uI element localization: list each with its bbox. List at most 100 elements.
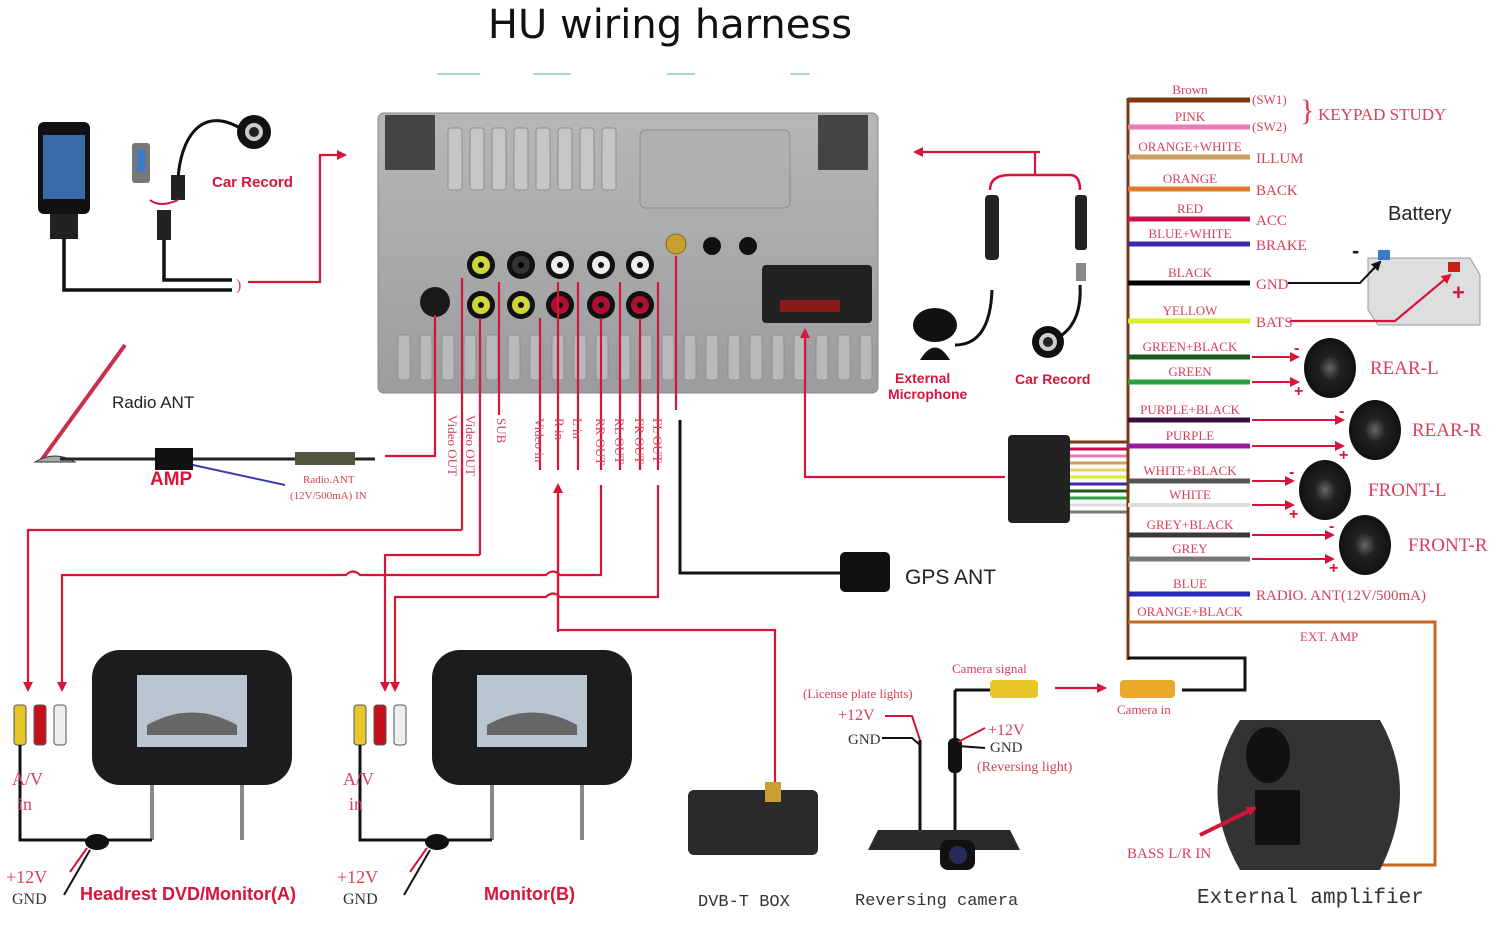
gps-antenna-icon: [840, 552, 890, 592]
rca-plug: [53, 704, 67, 746]
svg-text:): ): [236, 277, 241, 294]
speaker-plus: +: [1339, 447, 1348, 464]
keypad-brace: }: [1300, 94, 1314, 127]
speaker-label: FRONT-R: [1408, 535, 1488, 556]
gps-ant-label: GPS ANT: [905, 566, 996, 589]
speaker-label: FRONT-L: [1368, 480, 1446, 501]
speakers: - + REAR-L - + REAR-R - + FRONT-L - + FRONT-R: [1252, 338, 1488, 577]
wire-function-label: ACC: [1256, 213, 1287, 229]
wire-function-label: BACK: [1256, 183, 1298, 199]
speaker-minus: -: [1289, 464, 1294, 481]
harness-wire: WHITE+BLACK: [1128, 463, 1250, 484]
wire-color-label: BLUE: [1173, 576, 1207, 591]
license-12v-label: +12V: [838, 707, 875, 724]
plus12v-label: +12V: [6, 867, 47, 887]
port-label-rr-out: RR OUT: [593, 418, 608, 465]
wire-function-label: GND: [1256, 277, 1289, 293]
speaker-minus: -: [1329, 518, 1334, 535]
harness-wire: GREEN+BLACK: [1128, 339, 1250, 360]
gnd-label: GND: [12, 891, 47, 908]
battery-minus: -: [1352, 238, 1359, 263]
speaker-minus: -: [1339, 403, 1344, 420]
av-in-label: in: [18, 794, 32, 814]
camera-signal-label: Camera signal: [952, 661, 1027, 676]
speaker-icon: [1349, 400, 1401, 460]
wire-color-label: ORANGE: [1163, 171, 1217, 186]
harness-connector-socket: [762, 265, 872, 323]
reversing-gnd-label: GND: [990, 740, 1023, 756]
radio-ant-in-label-2: (12V/500mA) IN: [290, 490, 367, 502]
wire-function-label: ILLUM: [1256, 151, 1304, 167]
wire-color-label: Brown: [1172, 82, 1208, 97]
port-label-sub: SUB: [494, 418, 509, 444]
radio-ant-label: Radio ANT: [112, 393, 194, 412]
reversing-camera-icon: [868, 830, 1020, 870]
external-mic-label-1: External: [895, 370, 950, 386]
gps-port: [665, 233, 687, 255]
battery-plus: +: [1452, 280, 1465, 305]
harness-wire: WHITE: [1128, 487, 1250, 507]
gnd-label: GND: [343, 891, 378, 908]
wire-color-label: PURPLE: [1166, 428, 1214, 443]
reversing-12v-label: +12V: [988, 722, 1025, 739]
wire-color-label: ORANGE+BLACK: [1137, 604, 1243, 619]
harness-wire: PURPLE: [1128, 428, 1250, 449]
radio-ant-plug: [295, 452, 355, 465]
speaker-label: REAR-L: [1370, 358, 1439, 379]
harness-plug-wires: [1070, 440, 1128, 514]
speaker-label: REAR-R: [1412, 420, 1482, 441]
monitor-b: A/V in +12V GND Monitor(B): [337, 650, 632, 908]
monitor-screen: [477, 675, 587, 747]
car-record-camera-right-icon: [1032, 284, 1082, 358]
rca-plug: [393, 704, 407, 746]
harness-wire: PINK (SW2): [1128, 109, 1287, 134]
amp-label: AMP: [150, 469, 193, 490]
car-record-label-right: Car Record: [1015, 371, 1090, 387]
radio-ant-in-label-1: Radio.ANT: [303, 474, 355, 486]
monitor-title: Monitor(B): [484, 884, 575, 904]
av-in-label: A/V: [12, 769, 43, 789]
wiring-diagram: HU wiring harness Video OUT Video OUT SU…: [6, 2, 1488, 912]
wire-color-label: WHITE: [1169, 487, 1211, 502]
wire-color-label: BLACK: [1168, 265, 1213, 280]
av-in-label: in: [349, 794, 363, 814]
speaker-rear-r: - + REAR-R: [1252, 400, 1482, 464]
external-amplifier-icon: [1217, 720, 1400, 870]
wire-color-label: ORANGE+WHITE: [1138, 139, 1241, 154]
port-label-r-in: R in: [552, 418, 567, 441]
harness-wire: PURPLE+BLACK: [1128, 402, 1250, 423]
rca-plug: [13, 704, 27, 746]
wire-color-label: BLUE+WHITE: [1148, 226, 1231, 241]
wire-color-label: GREY+BLACK: [1147, 517, 1234, 532]
speaker-plus: +: [1289, 506, 1298, 523]
usb-stick-icon: [132, 143, 150, 183]
harness-wire: ORANGE+WHITE ILLUM: [1128, 139, 1304, 167]
wire-function-label: (SW1): [1252, 92, 1287, 107]
wire-color-label: YELLOW: [1163, 303, 1219, 318]
reversing-light-label: (Reversing light): [977, 760, 1073, 775]
wire-color-label: GREEN+BLACK: [1143, 339, 1238, 354]
harness-wire: BLUE+WHITE BRAKE: [1128, 226, 1307, 254]
harness-wire: BLUE RADIO. ANT(12V/500mA): [1128, 576, 1426, 604]
rca-plug: [373, 704, 387, 746]
wire-function-label: RADIO. ANT(12V/500mA): [1256, 588, 1426, 604]
external-amplifier-label: External amplifier: [1197, 887, 1424, 910]
license-plate-label: (License plate lights): [803, 686, 913, 701]
port-label-video-in: Video in: [532, 418, 547, 463]
harness-wire: GREY: [1128, 541, 1250, 562]
camera-signal-plug: [990, 680, 1038, 698]
keypad-study-label: KEYPAD STUDY: [1318, 105, 1446, 124]
harness-wire: GREY+BLACK: [1128, 517, 1250, 538]
speaker-front-r: - + FRONT-R: [1252, 515, 1488, 577]
harness-wire: ORANGE BACK: [1128, 171, 1298, 199]
harness-plug: [1008, 435, 1070, 523]
monitor-title: Headrest DVD/Monitor(A): [80, 884, 296, 904]
dvbt-label: DVB-T BOX: [698, 893, 790, 912]
rca-plug: [353, 704, 367, 746]
speaker-plus: +: [1294, 383, 1303, 400]
port-label-video-out-2: Video OUT: [463, 415, 478, 476]
mic-jack-icon: [985, 195, 999, 260]
speaker-front-l: - + FRONT-L: [1252, 460, 1446, 523]
rca-plug: [33, 704, 47, 746]
harness-wire: BLACK GND: [1128, 265, 1289, 293]
